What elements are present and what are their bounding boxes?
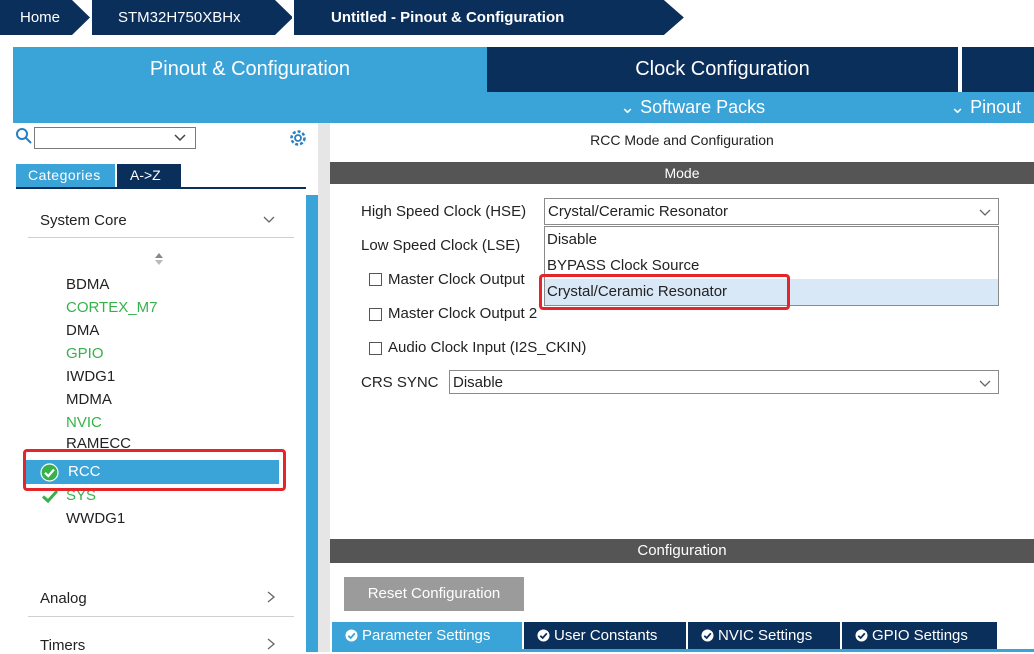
category-timers[interactable]: Timers <box>40 637 85 654</box>
search-icon[interactable] <box>15 127 33 145</box>
list-item-label: BDMA <box>66 276 110 293</box>
crs-sync-select[interactable] <box>449 370 999 394</box>
panel-splitter[interactable] <box>318 123 330 652</box>
crs-sync-label: CRS SYNC <box>361 374 439 391</box>
tab-a-to-z[interactable]: A->Z <box>117 164 181 187</box>
mco1-label: Master Clock Output <box>388 271 525 288</box>
chevron-down-icon[interactable] <box>978 205 992 219</box>
list-item-label: WWDG1 <box>66 510 126 527</box>
list-item-label: GPIO <box>66 345 104 362</box>
tab-gpio-settings[interactable]: GPIO Settings <box>842 622 997 649</box>
tab-label: NVIC Settings <box>718 627 813 644</box>
tab-parameter-settings[interactable]: Parameter Settings <box>332 622 522 649</box>
check-circle-icon <box>345 629 358 642</box>
submenu-bar <box>13 92 1034 123</box>
chevron-down-icon[interactable] <box>173 131 187 145</box>
panel-title: RCC Mode and Configuration <box>590 132 774 148</box>
mco1-checkbox[interactable] <box>369 273 382 286</box>
mode-header: Mode <box>330 162 1034 184</box>
menu-software-packs[interactable]: ⌄ Software Packs <box>620 92 765 123</box>
list-item-label: IWDG1 <box>66 368 116 385</box>
divider <box>28 616 294 617</box>
left-panel <box>13 123 319 652</box>
configuration-header: Configuration <box>330 539 1034 563</box>
check-circle-icon <box>701 629 714 642</box>
check-circle-icon <box>537 629 550 642</box>
divider <box>28 237 294 238</box>
chevron-right-icon[interactable] <box>264 637 278 651</box>
left-panel-scrollbar[interactable] <box>306 195 318 652</box>
tab-user-constants[interactable]: User Constants <box>524 622 686 649</box>
crs-sync-value: Disable <box>453 374 504 391</box>
search-input[interactable] <box>34 127 196 149</box>
tab-label: Parameter Settings <box>362 627 491 644</box>
list-item-label: NVIC <box>66 414 102 431</box>
hse-label: High Speed Clock (HSE) <box>361 203 527 220</box>
mco2-label: Master Clock Output 2 <box>388 305 538 322</box>
highlight-box-crystal-option <box>539 274 790 310</box>
list-item-label: MDMA <box>66 391 112 408</box>
category-system-core[interactable]: System Core <box>40 212 127 229</box>
tabs-underline <box>16 187 306 189</box>
tab-more[interactable] <box>962 47 1034 92</box>
tab-clock-configuration[interactable]: Clock Configuration <box>487 47 960 92</box>
breadcrumb-chip[interactable]: STM32H750XBHx <box>92 0 292 35</box>
tab-pinout-configuration[interactable]: Pinout & Configuration <box>13 47 487 92</box>
gear-icon[interactable] <box>288 128 308 148</box>
hse-option-bypass[interactable]: BYPASS Clock Source <box>547 257 699 274</box>
category-analog[interactable]: Analog <box>40 590 87 607</box>
tab-label: GPIO Settings <box>872 627 968 644</box>
highlight-box-rcc <box>23 449 286 491</box>
lse-label: Low Speed Clock (LSE) <box>361 237 521 254</box>
breadcrumb-project[interactable]: Untitled - Pinout & Configuration <box>294 0 664 35</box>
hse-option-disable[interactable]: Disable <box>547 231 597 248</box>
audio-clock-label: Audio Clock Input (I2S_CKIN) <box>388 339 587 356</box>
list-item-label: CORTEX_M7 <box>66 299 158 316</box>
tab-label: User Constants <box>554 627 658 644</box>
tab-nvic-settings[interactable]: NVIC Settings <box>688 622 840 649</box>
hse-select-value: Crystal/Ceramic Resonator <box>548 203 729 220</box>
list-item-label: DMA <box>66 322 100 339</box>
tab-categories[interactable]: Categories <box>16 164 115 187</box>
breadcrumb-end-chevron-icon <box>654 0 686 35</box>
chevron-right-icon[interactable] <box>264 590 278 604</box>
chevron-down-icon[interactable] <box>262 212 276 226</box>
check-circle-icon <box>855 629 868 642</box>
chevron-down-icon[interactable] <box>978 376 992 390</box>
mco2-checkbox[interactable] <box>369 308 382 321</box>
sort-icon[interactable] <box>154 252 164 266</box>
reset-configuration-button[interactable]: Reset Configuration <box>344 577 524 611</box>
audio-clock-checkbox[interactable] <box>369 342 382 355</box>
menu-pinout[interactable]: ⌄ Pinout <box>950 92 1021 123</box>
